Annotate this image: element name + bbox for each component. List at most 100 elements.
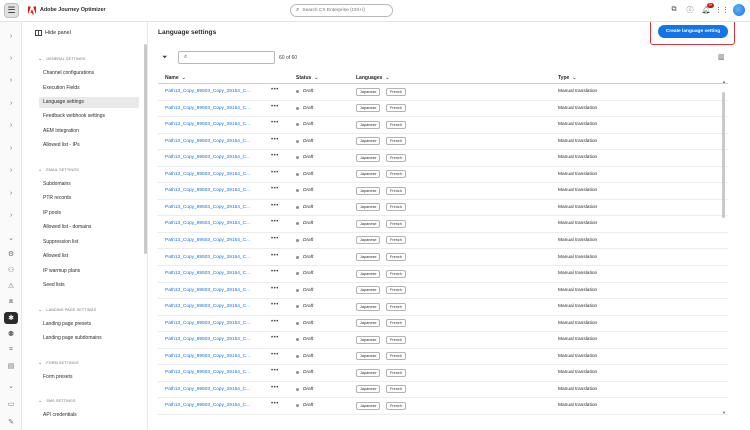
gear-icon[interactable]: ⚙ [4, 248, 18, 260]
external-link-icon[interactable]: ⧉ [669, 5, 679, 15]
row-name-link[interactable]: Path13_Copy_89503_Copy_29154_C... [165, 271, 250, 276]
more-actions-icon[interactable]: ••• [271, 137, 279, 143]
row-name-link[interactable]: Path13_Copy_89503_Copy_29154_C... [165, 172, 250, 177]
row-name-link[interactable]: Path13_Copy_89503_Copy_29154_C... [165, 403, 250, 408]
alert-icon[interactable]: ⚠ [4, 280, 18, 292]
rail-chevron-icon[interactable]: › [4, 97, 18, 109]
table-row[interactable]: Path13_Copy_89503_Copy_29154_C... ••• Draf… [158, 299, 728, 316]
user-icon[interactable]: ⚇ [4, 264, 18, 276]
table-scrollbar[interactable] [722, 92, 725, 218]
table-row[interactable]: Path13_Copy_89503_Copy_29154_C... ••• Draf… [158, 250, 728, 267]
more-actions-icon[interactable]: ••• [271, 368, 279, 374]
row-name-link[interactable]: Path13_Copy_89503_Copy_29154_C... [165, 205, 250, 210]
more-actions-icon[interactable]: ••• [271, 269, 279, 275]
table-row[interactable]: Path13_Copy_89503_Copy_29154_C... ••• Draf… [158, 382, 728, 399]
panel-item-aem-integration[interactable]: AEM Integration [39, 126, 139, 137]
row-name-link[interactable]: Path13_Copy_89503_Copy_29154_C... [165, 337, 250, 342]
more-actions-icon[interactable]: ••• [271, 153, 279, 159]
panel-item-ip-warmup-plans[interactable]: IP warmup plans [39, 266, 139, 277]
table-row[interactable]: Path13_Copy_89503_Copy_29154_C... ••• Draf… [158, 349, 728, 366]
table-search-input[interactable]: ⌕ [178, 51, 275, 64]
table-row[interactable]: Path13_Copy_89503_Copy_29154_C... ••• Draf… [158, 216, 728, 233]
more-actions-icon[interactable]: ••• [271, 385, 279, 391]
more-actions-icon[interactable]: ••• [271, 352, 279, 358]
rail-chevron-icon[interactable]: › [4, 74, 18, 86]
panel-item-allowed-list[interactable]: Allowed list [39, 251, 139, 262]
row-name-link[interactable]: Path13_Copy_89503_Copy_29154_C... [165, 106, 250, 111]
panel-item-seed-lists[interactable]: Seed lists [39, 280, 139, 291]
row-name-link[interactable]: Path13_Copy_89503_Copy_29154_C... [165, 321, 250, 326]
row-name-link[interactable]: Path13_Copy_89503_Copy_29154_C... [165, 255, 250, 260]
panel-item-form-presets[interactable]: Form presets [39, 372, 139, 383]
apps-icon[interactable]: ⋮⋮ [715, 5, 729, 15]
column-settings-icon[interactable]: ▥ [718, 53, 725, 61]
table-row[interactable]: Path13_Copy_89503_Copy_29154_C... ••• Draf… [158, 101, 728, 118]
rail-chevron-icon[interactable]: › [4, 142, 18, 154]
more-actions-icon[interactable]: ••• [271, 203, 279, 209]
row-name-link[interactable]: Path13_Copy_89503_Copy_29154_C... [165, 139, 250, 144]
section-general-settings[interactable]: ⌄ GENERAL SETTINGS [38, 56, 86, 62]
table-row[interactable]: Path13_Copy_89503_Copy_29154_C... ••• Draf… [158, 233, 728, 250]
column-header-languages[interactable]: Languages ⌄ [356, 75, 390, 81]
row-name-link[interactable]: Path13_Copy_89503_Copy_29154_C... [165, 288, 250, 293]
create-language-setting-button[interactable]: Create language setting [658, 25, 728, 38]
more-actions-icon[interactable]: ••• [271, 253, 279, 259]
table-row[interactable]: Path13_Copy_89503_Copy_29154_C... ••• Draf… [158, 283, 728, 300]
components-icon[interactable]: ⧈ [4, 296, 18, 308]
row-name-link[interactable]: Path13_Copy_89503_Copy_29154_C... [165, 89, 250, 94]
more-actions-icon[interactable]: ••• [271, 170, 279, 176]
inbox-icon[interactable]: ▭ [4, 398, 18, 410]
panel-scrollbar[interactable] [144, 44, 147, 254]
bell-icon[interactable]: 🔔︎ 9+ [701, 3, 714, 15]
row-name-link[interactable]: Path13_Copy_89503_Copy_29154_C... [165, 304, 250, 309]
column-header-status[interactable]: Status ⌄ [296, 75, 318, 81]
panel-item-ptr-records[interactable]: PTR records [39, 193, 139, 204]
rail-expand-icon[interactable]: › [4, 30, 18, 42]
people-icon[interactable]: ⚉ [4, 328, 18, 340]
more-actions-icon[interactable]: ••• [271, 302, 279, 308]
table-row[interactable]: Path13_Copy_89503_Copy_29154_C... ••• Draf… [158, 332, 728, 349]
more-actions-icon[interactable]: ••• [271, 186, 279, 192]
row-name-link[interactable]: Path13_Copy_89503_Copy_29154_C... [165, 221, 250, 226]
document-icon[interactable]: ▤ [4, 360, 18, 372]
rail-chevron-down-icon[interactable]: ⌄ [4, 232, 18, 244]
avatar[interactable] [733, 4, 745, 16]
more-actions-icon[interactable]: ••• [271, 219, 279, 225]
panel-item-language-settings[interactable]: Language settings [39, 97, 139, 108]
row-name-link[interactable]: Path13_Copy_89503_Copy_29154_C... [165, 370, 250, 375]
panel-item-landing-page-presets[interactable]: Landing page presets [39, 319, 139, 330]
table-row[interactable]: Path13_Copy_89503_Copy_29154_C... ••• Draf… [158, 200, 728, 217]
more-actions-icon[interactable]: ••• [271, 104, 279, 110]
section-email-settings[interactable]: ⌄ EMAIL SETTINGS [38, 167, 79, 173]
panel-item-allowed-list-ips[interactable]: Allowed list - IPs [39, 140, 139, 151]
menu-icon[interactable]: ☰ [4, 3, 19, 18]
row-name-link[interactable]: Path13_Copy_89503_Copy_29154_C... [165, 387, 250, 392]
column-header-name[interactable]: Name ⌄ [165, 75, 186, 81]
table-row[interactable]: Path13_Copy_89503_Copy_29154_C... ••• Draf… [158, 150, 728, 167]
row-name-link[interactable]: Path13_Copy_89503_Copy_29154_C... [165, 155, 250, 160]
global-search-input[interactable]: ⌕ Search CX Enterprise (Ctrl+/) [290, 4, 393, 17]
table-row[interactable]: Path13_Copy_89503_Copy_29154_C... ••• Draf… [158, 365, 728, 382]
scroll-up-icon[interactable]: ▲ [722, 79, 726, 84]
more-actions-icon[interactable]: ••• [271, 335, 279, 341]
rail-chevron-icon[interactable]: › [4, 187, 18, 199]
row-name-link[interactable]: Path13_Copy_89503_Copy_29154_C... [165, 238, 250, 243]
rail-chevron-down-icon[interactable]: ⌄ [4, 380, 18, 392]
table-row[interactable]: Path13_Copy_89503_Copy_29154_C... ••• Draf… [158, 266, 728, 283]
section-form-settings[interactable]: ⌄ FORM SETTINGS [38, 360, 79, 366]
hide-panel-button[interactable]: Hide panel [35, 30, 71, 36]
rail-chevron-icon[interactable]: › [4, 209, 18, 221]
panel-item-ip-pools[interactable]: IP pools [39, 208, 139, 219]
more-actions-icon[interactable]: ••• [271, 286, 279, 292]
edit-icon[interactable]: ✎ [4, 416, 18, 428]
tag-icon[interactable]: ⌗ [4, 344, 18, 356]
section-landing-page-settings[interactable]: ⌄ LANDING PAGE SETTINGS [38, 307, 96, 313]
more-actions-icon[interactable]: ••• [271, 120, 279, 126]
panel-item-channel-configurations[interactable]: Channel configurations [39, 68, 139, 79]
row-name-link[interactable]: Path13_Copy_89503_Copy_29154_C... [165, 188, 250, 193]
table-row[interactable]: Path13_Copy_89503_Copy_29154_C... ••• Draf… [158, 134, 728, 151]
more-actions-icon[interactable]: ••• [271, 319, 279, 325]
rail-chevron-icon[interactable]: › [4, 52, 18, 64]
scroll-down-icon[interactable]: ▼ [722, 410, 726, 415]
column-header-type[interactable]: Type ⌄ [558, 75, 577, 81]
